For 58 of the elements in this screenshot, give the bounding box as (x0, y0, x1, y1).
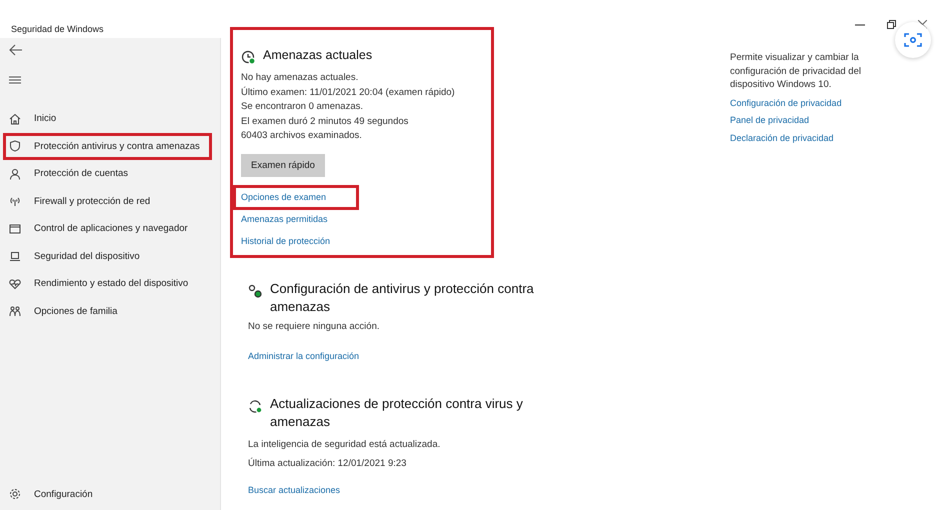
link[interactable]: Historial de protección (241, 236, 330, 246)
family-icon (9, 305, 21, 318)
settings-label: Configuración (34, 488, 93, 500)
privacy-link[interactable]: Configuración de privacidad (730, 96, 947, 109)
home-icon (9, 112, 21, 125)
section-title: Configuración de antivirus y protección contra amenazas (270, 280, 535, 316)
shield-icon (9, 140, 21, 152)
antenna-icon (9, 195, 21, 208)
refresh-icon (248, 398, 263, 414)
settings-icon (9, 488, 21, 500)
sidebar-item-label: Inicio (34, 113, 56, 124)
heart-icon (9, 278, 21, 290)
person-icon (9, 168, 21, 180)
menu-icon[interactable] (9, 76, 21, 84)
sidebar-item[interactable]: Protección antivirus y contra amenazas (3, 132, 212, 160)
status-text: 60403 archivos examinados. (241, 129, 363, 143)
sidebar-item-label: Control de aplicaciones y navegador (34, 223, 188, 234)
sidebar-item-label: Seguridad del dispositivo (34, 250, 140, 262)
sidebar-item-label: Protección antivirus y contra amenazas (34, 140, 200, 152)
restore-icon[interactable] (887, 20, 896, 29)
clock-check-icon (241, 50, 256, 65)
sidebar-item-label: Protección de cuentas (34, 168, 128, 180)
laptop-icon (9, 250, 21, 262)
window-icon (9, 222, 21, 235)
sidebar-item[interactable]: Rendimiento y estado del dispositivo (0, 270, 220, 298)
link[interactable]: Opciones de examen (241, 192, 326, 202)
sidebar-item[interactable]: Inicio (0, 105, 220, 132)
settings-item[interactable]: Configuración (0, 484, 220, 504)
minimize-icon[interactable] (855, 24, 865, 26)
sidebar-item[interactable]: Control de aplicaciones y navegador (0, 215, 220, 242)
status-text: La inteligencia de seguridad está actualizada. (248, 438, 442, 452)
sidebar-item[interactable]: Opciones de familia (0, 298, 220, 325)
sidebar-item-label: Opciones de familia (34, 306, 118, 317)
sidebar-item[interactable]: Seguridad del dispositivo (0, 242, 220, 270)
status-text: Se encontraron 0 amenazas. (241, 100, 364, 114)
section-title: Actualizaciones de protección contra virus y amenazas (270, 394, 524, 430)
privacy-link[interactable]: Declaración de privacidad (730, 132, 947, 144)
link[interactable]: Administrar la configuración (248, 350, 360, 360)
status-text: Última actualización: 12/01/2021 9:23 (248, 456, 408, 470)
status-text: Último examen: 11/01/2021 20:04 (examen rápido) (241, 86, 456, 100)
gears-icon (248, 284, 263, 299)
status-text: No hay amenazas actuales. (241, 71, 360, 85)
sidebar-item-label: Firewall y protección de red (34, 196, 150, 207)
link[interactable]: Amenazas permitidas (241, 214, 328, 224)
back-icon[interactable] (9, 44, 23, 56)
status-text: No se requiere ninguna acción. (248, 320, 381, 334)
section-title: Amenazas actuales (263, 47, 372, 64)
window-title: Seguridad de Windows (10, 23, 105, 36)
link[interactable]: Buscar actualizaciones (248, 484, 340, 494)
privacy-description: Permite visualizar y cambiar la configuración de privacidad del dispositivo Windows 10. (730, 51, 862, 92)
sidebar-item[interactable]: Firewall y protección de red (0, 188, 220, 215)
privacy-link[interactable]: Panel de privacidad (730, 114, 947, 126)
sidebar-item-label: Rendimiento y estado del dispositivo (34, 278, 188, 290)
camera-scan-icon (904, 32, 922, 48)
lens-button[interactable] (895, 22, 931, 58)
status-text: El examen duró 2 minutos 49 segundos (241, 114, 410, 128)
sidebar-item[interactable]: Protección de cuentas (0, 160, 220, 188)
quick-scan-button[interactable]: Examen rápido (241, 154, 325, 176)
